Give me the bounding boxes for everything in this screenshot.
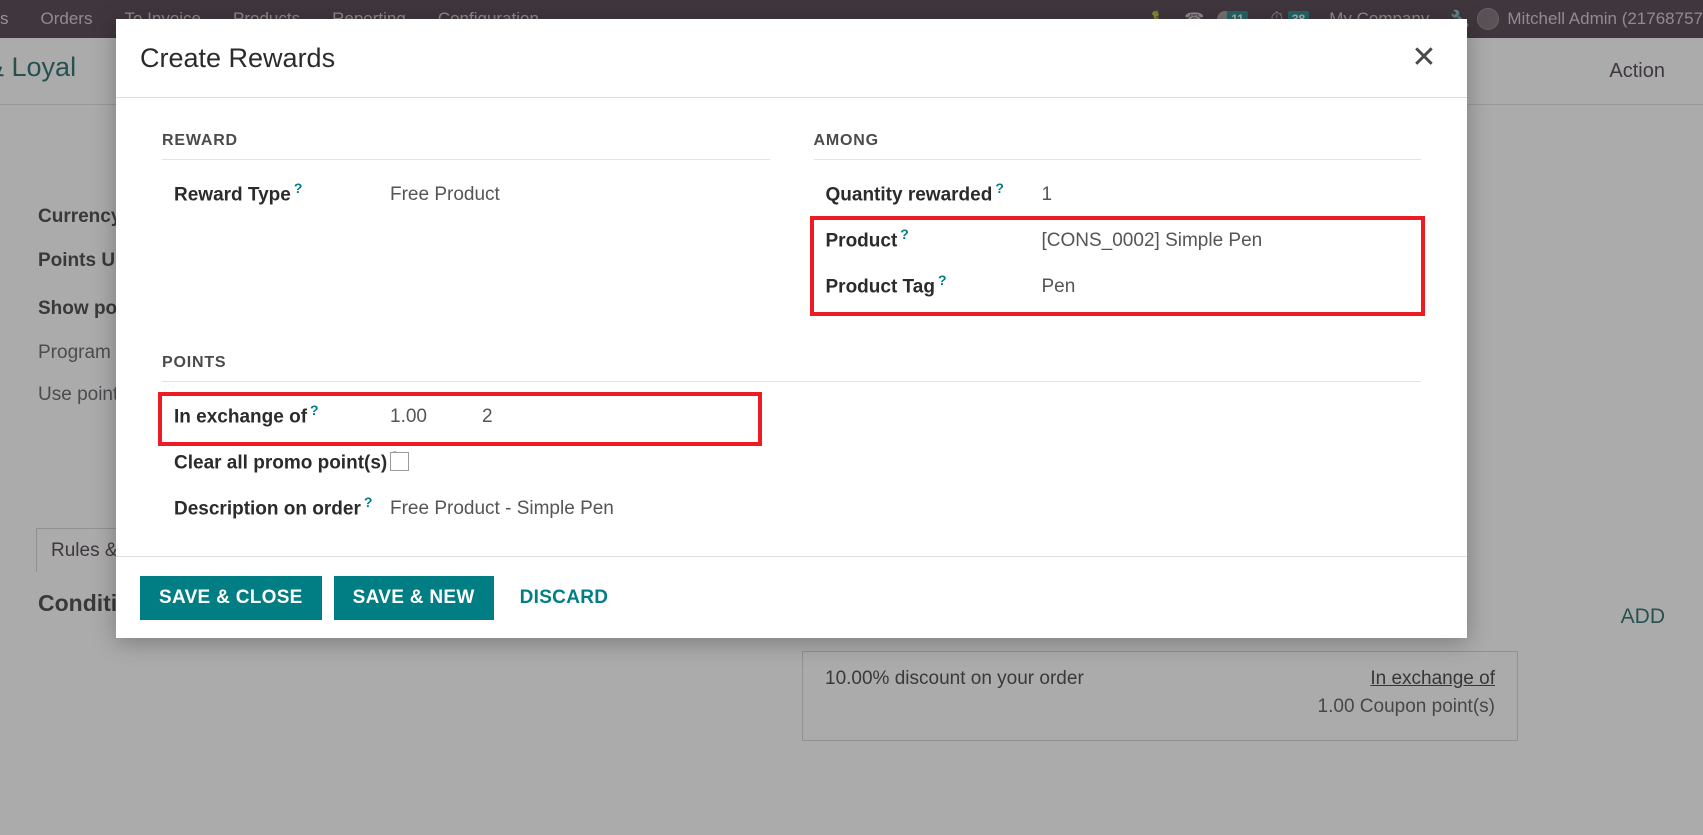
points-section: POINTS In exchange of? 1.00 2 Clear all …	[158, 354, 1421, 534]
field-reward-type[interactable]: Reward Type? Free Product	[162, 174, 770, 220]
dialog-footer: SAVE & CLOSE SAVE & NEW DISCARD	[116, 556, 1467, 638]
label-product-tag-text: Product Tag	[825, 276, 935, 298]
help-icon[interactable]: ?	[294, 180, 303, 196]
value-in-exchange-of-secondary[interactable]: 2	[482, 406, 493, 428]
in-exchange-highlight-region: In exchange of? 1.00 2	[158, 392, 762, 446]
help-icon[interactable]: ?	[310, 402, 319, 418]
label-clear-all-promo-points-text: Clear all promo point(s)	[174, 452, 388, 474]
group-title-among: AMONG	[813, 132, 1421, 160]
value-description-on-order[interactable]: Free Product - Simple Pen	[390, 498, 614, 520]
form-columns: REWARD Reward Type? Free Product AMONG Q…	[162, 132, 1425, 316]
close-icon[interactable]: ✕	[1407, 41, 1441, 75]
dialog-header: Create Rewards ✕	[116, 19, 1467, 98]
value-quantity-rewarded[interactable]: 1	[1042, 184, 1053, 206]
value-product-tag[interactable]: Pen	[1042, 276, 1076, 298]
save-and-new-button[interactable]: SAVE & NEW	[333, 575, 494, 620]
label-in-exchange-of-text: In exchange of	[174, 406, 308, 428]
save-and-close-button[interactable]: SAVE & CLOSE	[140, 575, 322, 620]
field-in-exchange-of[interactable]: In exchange of? 1.00 2	[162, 396, 758, 442]
product-highlight-region: Product? [CONS_0002] Simple Pen Product …	[809, 216, 1425, 316]
field-quantity-rewarded[interactable]: Quantity rewarded? 1	[814, 174, 1422, 220]
group-title-points: POINTS	[162, 354, 1421, 382]
value-product[interactable]: [CONS_0002] Simple Pen	[1042, 230, 1263, 252]
label-product-text: Product	[825, 230, 898, 252]
label-clear-all-promo-points: Clear all promo point(s)?	[174, 448, 399, 474]
help-icon[interactable]: ?	[364, 494, 373, 510]
field-clear-all-promo-points[interactable]: Clear all promo point(s)?	[162, 442, 1421, 488]
help-icon[interactable]: ?	[938, 272, 947, 288]
dialog-body: REWARD Reward Type? Free Product AMONG Q…	[116, 98, 1467, 556]
field-product[interactable]: Product? [CONS_0002] Simple Pen	[814, 220, 1422, 266]
label-description-on-order-text: Description on order	[174, 498, 361, 520]
label-product-tag: Product Tag?	[826, 272, 1042, 298]
help-icon[interactable]: ?	[900, 226, 909, 242]
checkbox-clear-all-promo-points[interactable]	[390, 452, 409, 472]
label-description-on-order: Description on order?	[174, 494, 390, 520]
label-quantity-rewarded: Quantity rewarded?	[826, 180, 1042, 206]
label-reward-type-text: Reward Type	[174, 184, 291, 206]
label-reward-type: Reward Type?	[174, 180, 390, 206]
label-in-exchange-of: In exchange of?	[174, 402, 390, 428]
label-quantity-rewarded-text: Quantity rewarded	[825, 184, 993, 206]
field-product-tag[interactable]: Product Tag? Pen	[814, 266, 1422, 312]
dialog-title: Create Rewards	[140, 42, 336, 73]
create-rewards-dialog: Create Rewards ✕ REWARD Reward Type? Fre…	[116, 19, 1467, 638]
help-icon[interactable]: ?	[995, 180, 1004, 196]
value-in-exchange-of[interactable]: 1.00	[390, 406, 482, 428]
among-column: AMONG Quantity rewarded? 1 Product? [CON…	[809, 132, 1425, 316]
field-description-on-order[interactable]: Description on order? Free Product - Sim…	[162, 488, 1421, 534]
reward-column: REWARD Reward Type? Free Product	[162, 132, 770, 312]
label-product: Product?	[826, 226, 1042, 252]
value-reward-type[interactable]: Free Product	[390, 184, 500, 206]
group-title-reward: REWARD	[162, 132, 770, 160]
discard-button[interactable]: DISCARD	[506, 576, 623, 620]
